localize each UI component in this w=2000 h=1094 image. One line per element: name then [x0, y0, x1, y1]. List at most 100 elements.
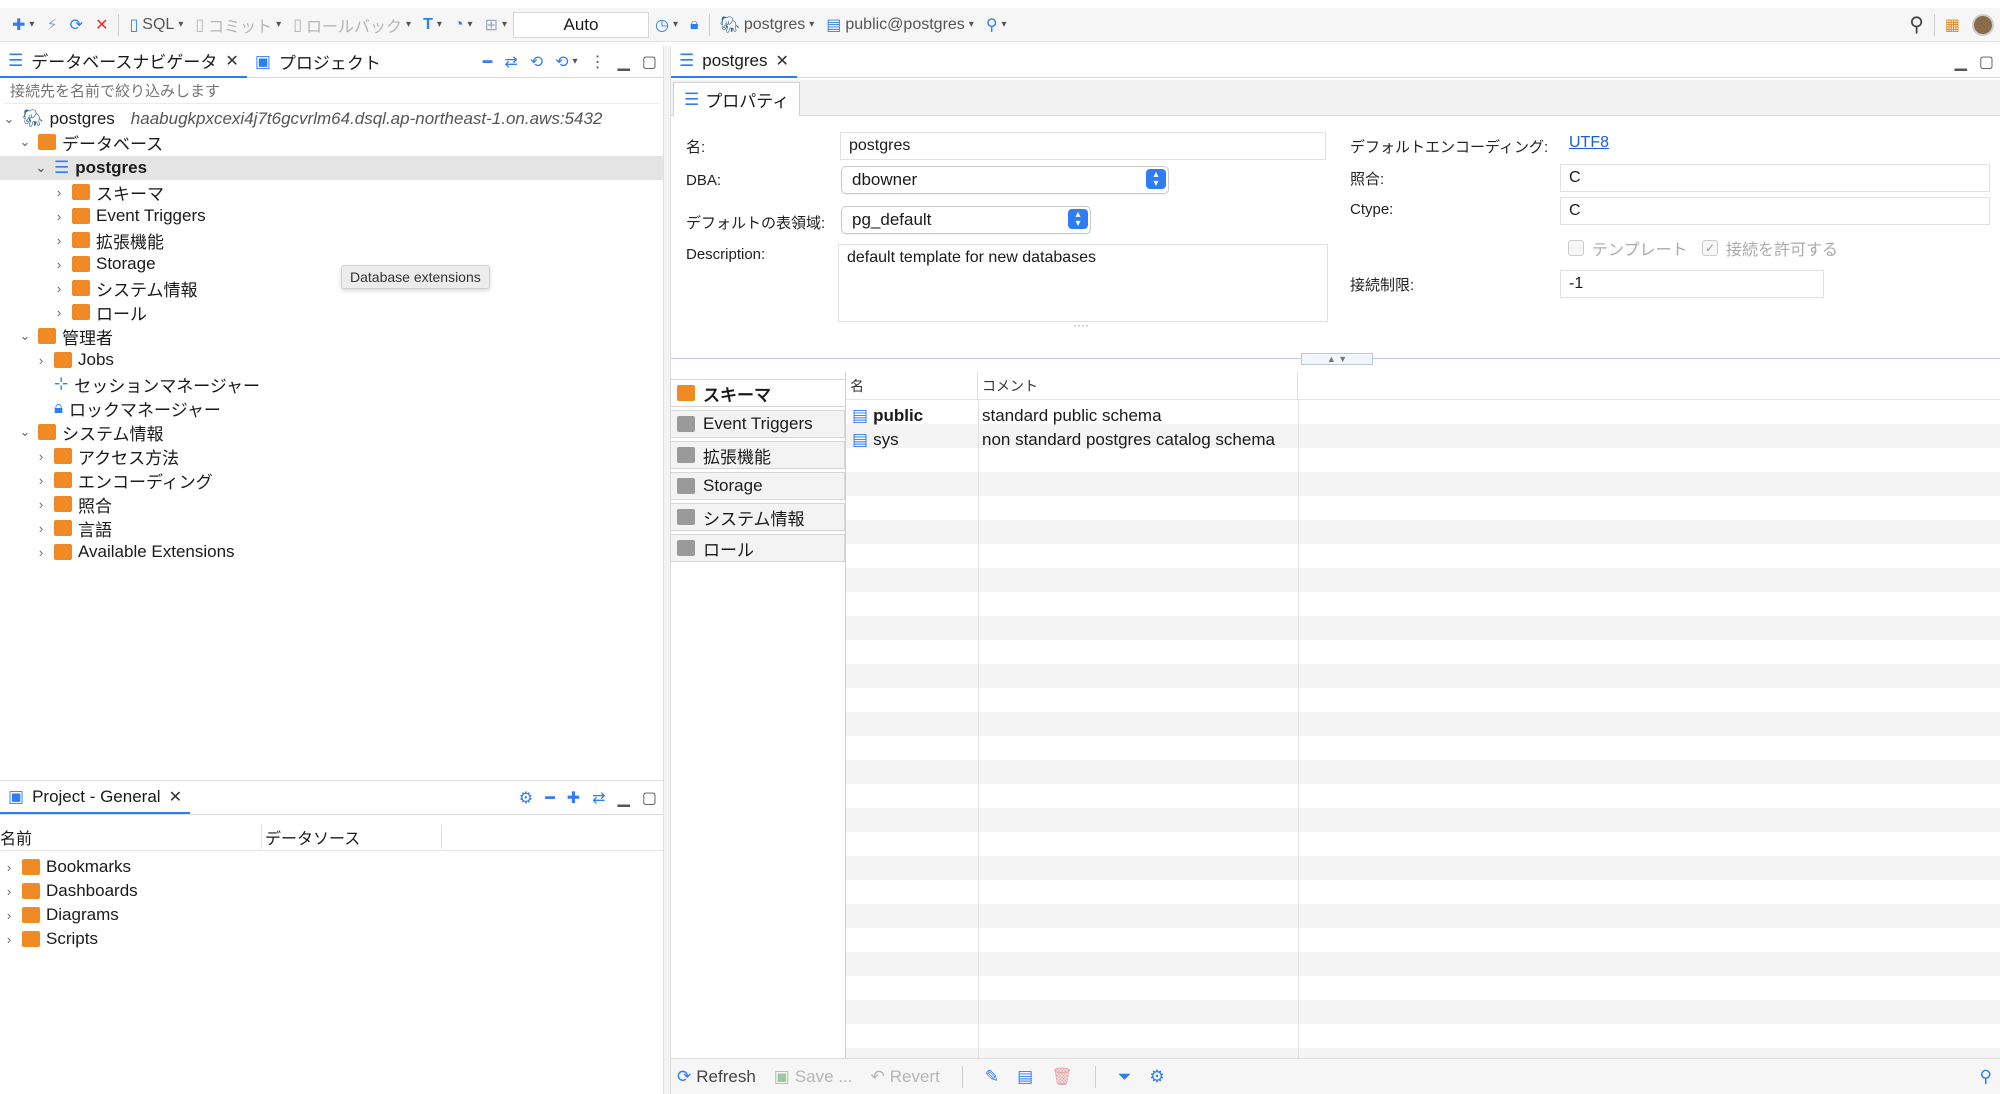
- minimize-button[interactable]: ▁: [612, 48, 636, 76]
- chevron-right-icon[interactable]: ›: [34, 473, 48, 488]
- link-editor-button[interactable]: ⇄: [498, 48, 523, 76]
- chevron-down-icon[interactable]: ⌄: [18, 424, 32, 440]
- collapse-all-button[interactable]: ━: [477, 48, 499, 76]
- maximize-button[interactable]: ▢: [636, 48, 663, 76]
- side-tab-event-triggers[interactable]: Event Triggers: [670, 410, 845, 438]
- settings-button[interactable]: ⚙: [1149, 1067, 1164, 1087]
- tablespace-select[interactable]: pg_default ▴ ▾: [841, 206, 1091, 234]
- tree-available-extensions[interactable]: › Available Extensions: [34, 540, 235, 564]
- tab-database-navigator[interactable]: ☰ データベースナビゲータ ✕: [0, 46, 247, 78]
- chevron-right-icon[interactable]: ›: [34, 497, 48, 512]
- search-button[interactable]: ⚲: [1980, 1067, 1992, 1087]
- project-item-diagrams[interactable]: › Diagrams: [2, 903, 119, 927]
- commit-button[interactable]: ▯ コミット ▾: [189, 11, 287, 39]
- description-textarea[interactable]: default template for new databases: [838, 244, 1328, 322]
- chevron-right-icon[interactable]: ›: [52, 209, 66, 224]
- revert-button[interactable]: ↶ Revert: [870, 1067, 939, 1087]
- name-field[interactable]: postgres: [840, 132, 1326, 160]
- close-icon[interactable]: ✕: [225, 51, 238, 71]
- save-button[interactable]: ▣ Save ...: [774, 1067, 853, 1087]
- template-checkbox[interactable]: テンプレート: [1568, 236, 1688, 260]
- tree-lock-manager[interactable]: 🔒︎ ロックマネージャー: [34, 396, 221, 420]
- filter-button[interactable]: ⏷: [1118, 1067, 1132, 1087]
- chevron-right-icon[interactable]: ›: [52, 185, 66, 200]
- user-avatar-button[interactable]: [1966, 11, 2000, 39]
- project-item-dashboards[interactable]: › Dashboards: [2, 879, 138, 903]
- reconnect-button[interactable]: ⟳: [64, 11, 89, 39]
- project-minimize-button[interactable]: ▁: [612, 784, 636, 812]
- lock-button[interactable]: 🔒︎: [684, 11, 705, 39]
- project-maximize-button[interactable]: ▢: [636, 784, 663, 812]
- chevron-right-icon[interactable]: ›: [52, 233, 66, 248]
- tab-editor-postgres[interactable]: ☰ postgres ✕: [671, 46, 797, 78]
- chevron-right-icon[interactable]: ›: [34, 353, 48, 368]
- column-header-datasource[interactable]: データソース: [262, 824, 442, 849]
- transaction-mode-button[interactable]: T ▾: [417, 11, 448, 39]
- encoding-link[interactable]: UTF8: [1569, 134, 1609, 152]
- chevron-down-icon[interactable]: ⌄: [34, 160, 48, 176]
- tree-connection-postgres[interactable]: ⌄ 🐘︎ postgres haabugkpxcexi4j7t6gcvrlm64…: [2, 107, 603, 131]
- tree-access-methods[interactable]: › アクセス方法: [34, 444, 179, 468]
- nav-new-button[interactable]: ⟲ ▾: [549, 48, 583, 76]
- editor-maximize-button[interactable]: ▢: [1973, 48, 2000, 76]
- tree-system-info-2[interactable]: ⌄ システム情報: [18, 420, 164, 444]
- side-tab-extensions[interactable]: 拡張機能: [670, 441, 845, 469]
- search-toolbar-button[interactable]: ⚲ ▾: [980, 11, 1013, 39]
- chevron-right-icon[interactable]: ›: [34, 521, 48, 536]
- allow-connections-checkbox[interactable]: ✓ 接続を許可する: [1702, 236, 1838, 260]
- column-header-name[interactable]: 名: [846, 372, 978, 400]
- tree-roles[interactable]: › ロール: [52, 300, 147, 324]
- chevron-right-icon[interactable]: ›: [2, 908, 16, 923]
- chevron-down-icon[interactable]: ⌄: [18, 328, 32, 344]
- edit-button[interactable]: ✎: [985, 1067, 999, 1087]
- tree-admin[interactable]: ⌄ 管理者: [18, 324, 113, 348]
- chevron-right-icon[interactable]: ›: [2, 860, 16, 875]
- global-search-button[interactable]: ⚲: [1903, 11, 1930, 39]
- chevron-down-icon[interactable]: ⌄: [2, 111, 16, 127]
- explain-button[interactable]: ⊞ ▾: [479, 11, 513, 39]
- ctype-field[interactable]: C: [1560, 197, 1990, 225]
- tab-project-general[interactable]: ▣ Project - General ✕: [0, 782, 190, 814]
- disconnect-button[interactable]: ✕: [89, 11, 114, 39]
- tree-system-info[interactable]: › システム情報: [52, 276, 198, 300]
- dashboard-button[interactable]: ◔ ▾: [448, 11, 479, 39]
- side-tab-roles[interactable]: ロール: [670, 534, 845, 562]
- column-header-comment[interactable]: コメント: [978, 372, 1298, 400]
- rollback-button[interactable]: ▯ ロールバック ▾: [287, 11, 417, 39]
- tree-db-postgres[interactable]: ⌄ ☰ postgres: [34, 156, 148, 180]
- panel-divider[interactable]: [663, 46, 671, 1094]
- connection-filter-input[interactable]: [4, 80, 659, 104]
- subtab-properties[interactable]: ☰ プロパティ: [673, 82, 801, 116]
- conn-limit-field[interactable]: -1: [1560, 270, 1824, 298]
- dba-select[interactable]: dbowner ▴ ▾: [841, 166, 1169, 194]
- perspective-button[interactable]: ▦: [1939, 11, 1966, 39]
- tab-projects[interactable]: ▣ プロジェクト: [247, 46, 389, 78]
- chevron-right-icon[interactable]: ›: [2, 932, 16, 947]
- commit-mode-field[interactable]: Auto: [513, 11, 650, 38]
- column-header-name[interactable]: 名前: [0, 824, 262, 849]
- tree-event-triggers[interactable]: › Event Triggers: [52, 204, 206, 228]
- resize-grip-icon[interactable]: ····: [1073, 318, 1089, 332]
- chevron-right-icon[interactable]: ›: [2, 884, 16, 899]
- close-icon[interactable]: ✕: [775, 51, 788, 71]
- active-schema-button[interactable]: ▤ public@postgres ▾: [820, 11, 980, 39]
- new-connection-button[interactable]: ✚ ▾: [6, 11, 40, 39]
- connect-button[interactable]: ⚡: [40, 11, 63, 39]
- side-tab-schema[interactable]: スキーマ: [670, 379, 845, 407]
- project-collapse-button[interactable]: ━: [539, 784, 561, 812]
- chevron-right-icon[interactable]: ›: [52, 305, 66, 320]
- tree-storage[interactable]: › Storage: [52, 252, 156, 276]
- chevron-right-icon[interactable]: ›: [52, 257, 66, 272]
- sash-toggle[interactable]: ▲ ▼: [1301, 353, 1373, 365]
- chevron-right-icon[interactable]: ›: [34, 449, 48, 464]
- chevron-down-icon[interactable]: ⌄: [18, 134, 32, 150]
- side-tab-storage[interactable]: Storage: [670, 472, 845, 500]
- project-item-bookmarks[interactable]: › Bookmarks: [2, 855, 131, 879]
- chevron-right-icon[interactable]: ›: [34, 545, 48, 560]
- tree-databases[interactable]: ⌄ データベース: [18, 130, 163, 154]
- close-icon[interactable]: ✕: [169, 787, 182, 807]
- chevron-right-icon[interactable]: ›: [52, 281, 66, 296]
- project-item-scripts[interactable]: › Scripts: [2, 927, 98, 951]
- collation-field[interactable]: C: [1560, 164, 1990, 192]
- refresh-button[interactable]: ⟳ Refresh: [677, 1067, 756, 1087]
